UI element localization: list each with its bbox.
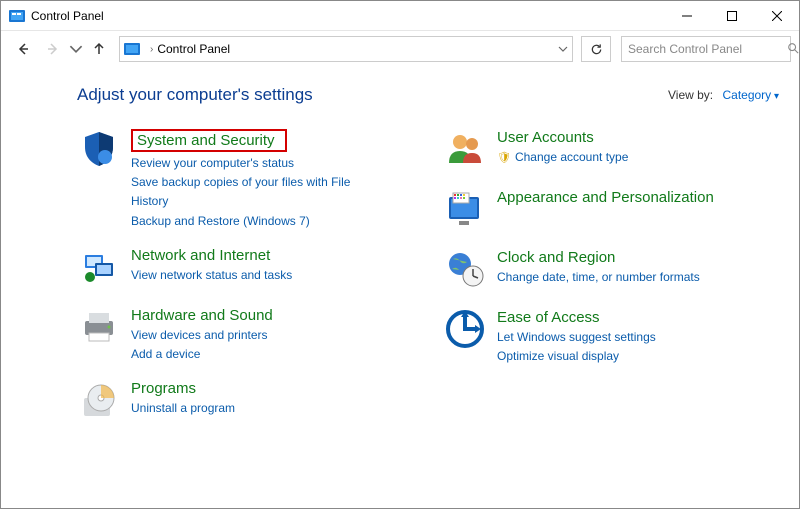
- category-programs: Programs Uninstall a program: [77, 380, 413, 424]
- category-system-security: System and Security Review your computer…: [77, 129, 413, 231]
- category-link-user-accounts[interactable]: User Accounts: [497, 129, 594, 146]
- page-heading: Adjust your computer's settings: [77, 85, 313, 105]
- users-icon: [443, 129, 487, 173]
- category-link-ease-of-access[interactable]: Ease of Access: [497, 309, 600, 326]
- category-link-network-internet[interactable]: Network and Internet: [131, 247, 270, 264]
- view-by-label: View by:: [668, 88, 713, 102]
- left-column: System and Security Review your computer…: [77, 129, 413, 440]
- sublink[interactable]: Change date, time, or number formats: [497, 268, 700, 287]
- sublink[interactable]: Change account type: [497, 148, 628, 168]
- category-link-appearance-personalization[interactable]: Appearance and Personalization: [497, 189, 714, 206]
- view-by-control[interactable]: View by: Category: [668, 88, 779, 102]
- content-area: Adjust your computer's settings View by:…: [1, 67, 799, 508]
- close-button[interactable]: [754, 1, 799, 30]
- control-panel-icon: [9, 8, 25, 24]
- category-link-clock-region[interactable]: Clock and Region: [497, 249, 615, 266]
- search-input[interactable]: [628, 42, 783, 56]
- category-ease-of-access: Ease of Access Let Windows suggest setti…: [443, 309, 779, 366]
- window-controls: [664, 1, 799, 30]
- sublink[interactable]: Backup and Restore (Windows 7): [131, 212, 371, 231]
- network-icon: [77, 247, 121, 291]
- sublink[interactable]: Optimize visual display: [497, 347, 656, 366]
- forward-button[interactable]: [39, 35, 67, 63]
- sublink[interactable]: View devices and printers: [131, 326, 273, 345]
- category-clock-region: Clock and Region Change date, time, or n…: [443, 249, 779, 293]
- control-panel-icon: [124, 41, 140, 57]
- monitor-personalize-icon: [443, 189, 487, 233]
- clock-globe-icon: [443, 249, 487, 293]
- right-column: User Accounts Change account type Appear…: [443, 129, 779, 440]
- breadcrumb-chevron-icon: ›: [150, 44, 153, 55]
- category-user-accounts: User Accounts Change account type: [443, 129, 779, 173]
- sublink[interactable]: Uninstall a program: [131, 399, 235, 418]
- sublink[interactable]: Save backup copies of your files with Fi…: [131, 173, 371, 211]
- address-bar[interactable]: › Control Panel: [119, 36, 573, 62]
- address-dropdown-button[interactable]: [558, 44, 568, 54]
- refresh-button[interactable]: [581, 36, 611, 62]
- shield-icon: [77, 129, 121, 173]
- breadcrumb[interactable]: Control Panel: [157, 42, 230, 56]
- maximize-button[interactable]: [709, 1, 754, 30]
- back-button[interactable]: [9, 35, 37, 63]
- category-hardware-sound: Hardware and Sound View devices and prin…: [77, 307, 413, 364]
- view-by-value[interactable]: Category: [722, 88, 779, 102]
- ease-of-access-icon: [443, 309, 487, 353]
- category-network-internet: Network and Internet View network status…: [77, 247, 413, 291]
- sublink[interactable]: Review your computer's status: [131, 154, 371, 173]
- search-icon: [787, 42, 799, 57]
- minimize-button[interactable]: [664, 1, 709, 30]
- window-title: Control Panel: [31, 9, 664, 23]
- sublink[interactable]: Add a device: [131, 345, 273, 364]
- category-appearance-personalization: Appearance and Personalization: [443, 189, 779, 233]
- sublink[interactable]: Let Windows suggest settings: [497, 328, 656, 347]
- titlebar: Control Panel: [1, 1, 799, 31]
- sublink[interactable]: View network status and tasks: [131, 266, 292, 285]
- search-box[interactable]: [621, 36, 791, 62]
- category-link-system-security[interactable]: System and Security: [131, 129, 287, 152]
- disc-icon: [77, 380, 121, 424]
- up-button[interactable]: [85, 35, 113, 63]
- category-link-hardware-sound[interactable]: Hardware and Sound: [131, 307, 273, 324]
- recent-locations-button[interactable]: [69, 35, 83, 63]
- navigation-row: › Control Panel: [1, 31, 799, 67]
- category-link-programs[interactable]: Programs: [131, 380, 196, 397]
- printer-icon: [77, 307, 121, 351]
